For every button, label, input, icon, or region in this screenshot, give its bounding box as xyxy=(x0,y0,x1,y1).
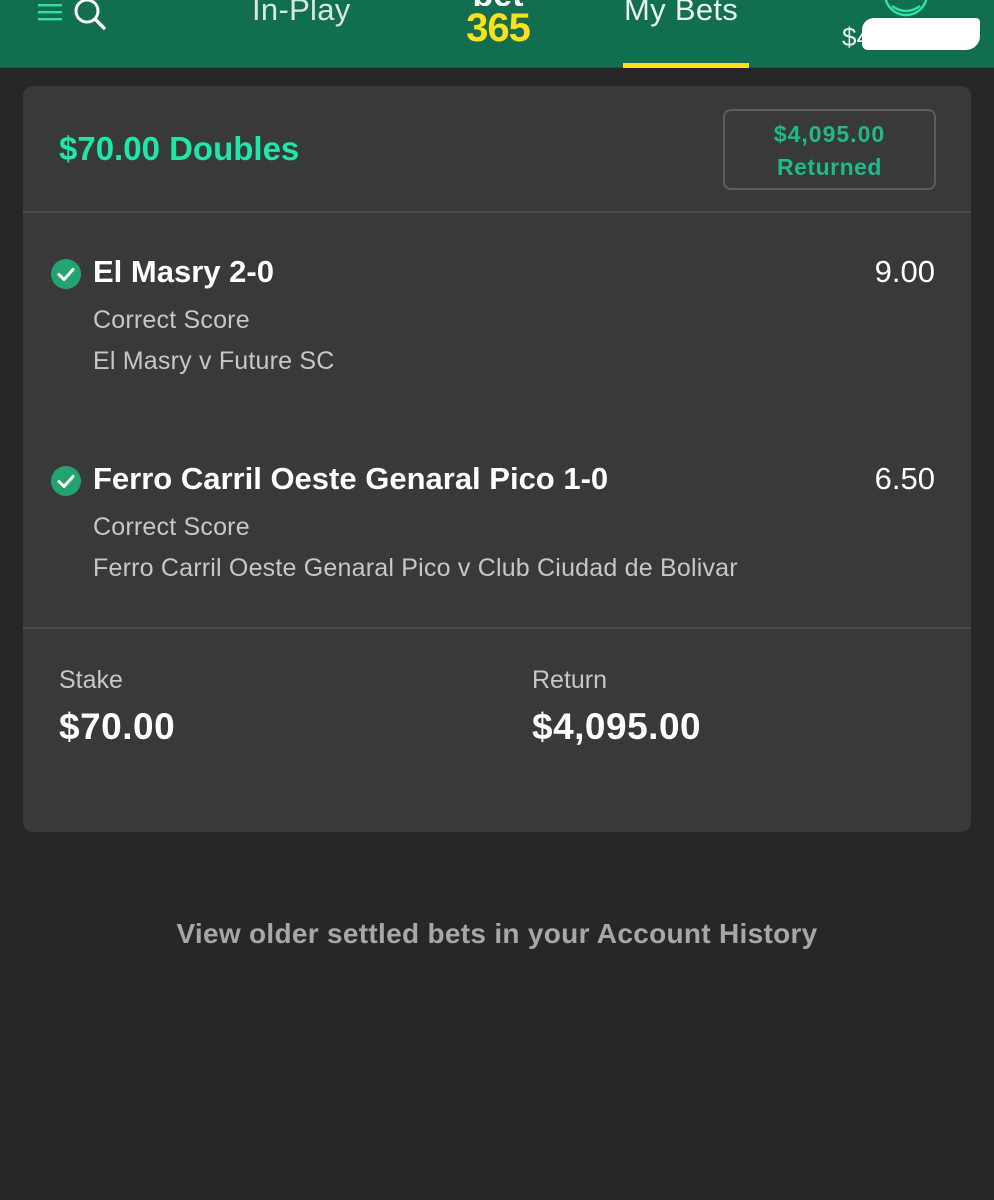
selection-event: Ferro Carril Oeste Genaral Pico v Club C… xyxy=(93,554,738,582)
selection-name: El Masry 2-0 xyxy=(93,254,274,289)
selection-odds: 9.00 xyxy=(874,254,935,289)
return-label: Return xyxy=(532,666,608,694)
logo-365-text: 365 xyxy=(466,6,531,50)
return-value: $4,095.00 xyxy=(532,706,702,747)
selection-market: Correct Score xyxy=(93,306,250,334)
account-history-link[interactable]: View older settled bets in your Account … xyxy=(0,918,994,950)
balance-redaction xyxy=(862,18,980,50)
tab-my-bets[interactable]: My Bets xyxy=(624,0,738,28)
menu-icon[interactable] xyxy=(36,0,66,26)
bet-card: $70.00 Doubles $4,095.00 Returned El Mas… xyxy=(23,86,971,832)
selection-odds: 6.50 xyxy=(874,461,935,496)
active-tab-indicator xyxy=(623,63,749,68)
bet365-logo[interactable]: bet 365 xyxy=(455,0,541,48)
check-circle-icon xyxy=(51,259,81,289)
returned-amount: $4,095.00 xyxy=(773,121,886,147)
divider xyxy=(23,627,971,629)
returned-badge: $4,095.00 Returned xyxy=(723,109,936,190)
search-icon[interactable] xyxy=(70,0,110,34)
returned-label: Returned xyxy=(777,154,882,180)
top-header: In-Play bet 365 My Bets $4 xyxy=(0,0,994,68)
bet-card-header: $70.00 Doubles $4,095.00 Returned xyxy=(23,86,971,213)
account-avatar-icon[interactable] xyxy=(880,0,932,18)
selection-market: Correct Score xyxy=(93,513,250,541)
stake-value: $70.00 xyxy=(59,706,176,747)
bet-title: $70.00 Doubles xyxy=(59,130,300,167)
tab-in-play[interactable]: In-Play xyxy=(252,0,351,28)
stake-label: Stake xyxy=(59,666,123,694)
selection-name: Ferro Carril Oeste Genaral Pico 1-0 xyxy=(93,461,609,496)
selection-event: El Masry v Future SC xyxy=(93,347,335,375)
check-circle-icon xyxy=(51,466,81,496)
